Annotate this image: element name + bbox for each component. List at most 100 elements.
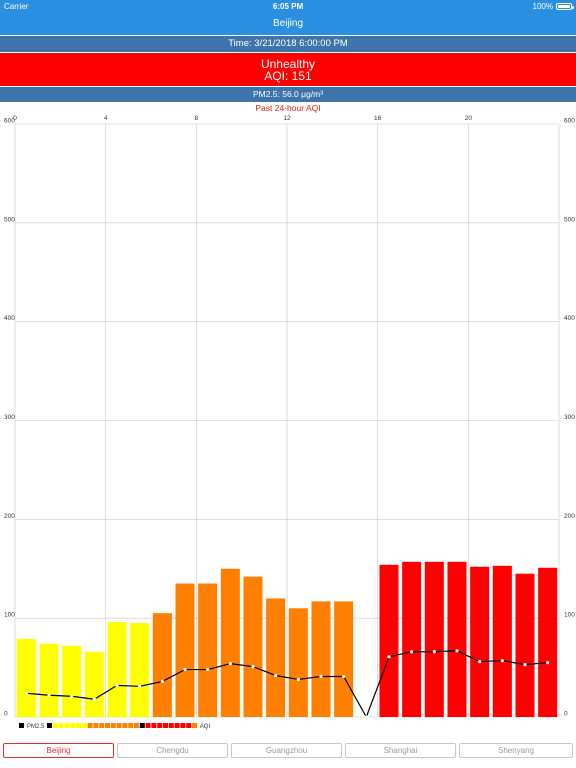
aqi-bar bbox=[424, 561, 444, 717]
pm25-point bbox=[319, 674, 323, 679]
status-time: 6:05 PM bbox=[272, 2, 304, 11]
pm25-point bbox=[455, 649, 459, 653]
pm25-point bbox=[546, 661, 550, 665]
pm25-point bbox=[364, 715, 368, 719]
pm25-point bbox=[47, 693, 51, 697]
aqi-bar bbox=[62, 645, 82, 717]
pm25-point bbox=[70, 694, 74, 698]
tab-label: Chengdu bbox=[156, 746, 189, 755]
tab-shanghai[interactable]: Shanghai bbox=[345, 743, 456, 758]
chart-title: Past 24-hour AQI bbox=[255, 103, 321, 113]
legend-swatch-aqi bbox=[174, 723, 180, 728]
y-tick-label-right: 500 bbox=[564, 216, 575, 223]
legend-swatch-aqi bbox=[47, 723, 52, 728]
pm25-point bbox=[251, 664, 255, 669]
aqi-bar bbox=[220, 568, 240, 717]
y-tick-label-right: 600 bbox=[564, 118, 575, 125]
pm25-point bbox=[500, 659, 504, 663]
y-tick-label-right: 200 bbox=[564, 513, 575, 520]
legend-swatch-aqi bbox=[110, 723, 116, 728]
y-tick-label-right: 100 bbox=[564, 612, 575, 619]
pm25-point bbox=[183, 667, 187, 672]
legend-swatch-aqi bbox=[151, 723, 157, 728]
aqi-bar bbox=[311, 601, 331, 717]
legend-swatch-aqi bbox=[128, 723, 134, 728]
legend-swatch-aqi bbox=[186, 723, 192, 728]
battery-icon bbox=[556, 3, 574, 10]
legend-swatch-aqi bbox=[134, 723, 139, 728]
aqi-bar bbox=[130, 623, 150, 717]
legend-swatch-aqi bbox=[76, 723, 81, 728]
legend-swatch-aqi bbox=[116, 723, 122, 728]
time-bar: Time: 3/21/2018 6:00:00 PM bbox=[0, 36, 576, 52]
tab-beijing[interactable]: Beijing bbox=[3, 743, 114, 758]
legend-swatch-aqi bbox=[157, 723, 163, 728]
nav-bar: Beijing bbox=[0, 13, 576, 35]
aqi-bar bbox=[198, 583, 218, 717]
tab-label: Guangzhou bbox=[265, 746, 308, 755]
aqi-bar bbox=[334, 601, 354, 717]
aqi-bar bbox=[16, 638, 36, 717]
tab-label: Shanghai bbox=[383, 746, 418, 755]
pm25-point bbox=[387, 655, 391, 659]
pm25-point bbox=[206, 667, 210, 672]
aqi-bar bbox=[470, 566, 490, 717]
aqi-bar bbox=[538, 567, 558, 717]
legend-swatch-aqi bbox=[105, 723, 110, 728]
pm25-point bbox=[24, 691, 28, 695]
y-tick-label-left: 500 bbox=[4, 216, 15, 223]
pm25-point bbox=[274, 673, 278, 678]
y-tick-label-right: 0 bbox=[564, 711, 568, 718]
tab-guangzhou[interactable]: Guangzhou bbox=[231, 743, 342, 758]
pm25-value: PM2.5: 56.0 μg/m³ bbox=[252, 89, 324, 99]
legend-swatch-aqi bbox=[163, 723, 168, 728]
aqi-bar bbox=[447, 561, 467, 717]
y-tick-label-right: 300 bbox=[564, 414, 575, 421]
pm25-point bbox=[92, 697, 96, 701]
time-label: Time: 3/21/2018 6:00:00 PM bbox=[228, 38, 348, 49]
legend-swatch-aqi bbox=[70, 723, 76, 728]
aqi-bar bbox=[152, 613, 172, 717]
tab-chengdu[interactable]: Chengdu bbox=[117, 743, 228, 758]
legend-swatch-aqi bbox=[52, 723, 58, 728]
x-tick-label: 16 bbox=[374, 115, 382, 122]
aqi-value: AQI: 151 bbox=[264, 69, 312, 83]
aqi-level-banner: Unhealthy AQI: 151 bbox=[0, 53, 576, 86]
tab-label: Shenyang bbox=[497, 746, 535, 755]
tab-label: Beijing bbox=[46, 746, 71, 755]
pm25-point bbox=[115, 683, 119, 687]
battery-percent: 100% bbox=[532, 2, 553, 11]
pm25-point bbox=[296, 677, 300, 682]
pm25-bar: PM2.5: 56.0 μg/m³ bbox=[0, 87, 576, 102]
tab-shenyang[interactable]: Shenyang bbox=[459, 743, 573, 758]
pm25-point bbox=[478, 660, 482, 664]
legend-swatch-aqi bbox=[87, 723, 93, 728]
aqi-bar bbox=[492, 565, 512, 717]
page-title: Beijing bbox=[272, 18, 304, 29]
aqi-bar bbox=[379, 564, 399, 717]
legend-swatch-aqi bbox=[145, 723, 151, 728]
y-tick-label-left: 200 bbox=[4, 513, 15, 520]
legend-swatch-aqi bbox=[168, 723, 174, 728]
legend-swatch-aqi bbox=[192, 723, 197, 728]
battery-indicator: 100% bbox=[532, 0, 574, 13]
aqi-bar bbox=[243, 576, 263, 717]
legend-swatch-aqi bbox=[99, 723, 105, 728]
aqi-bar bbox=[175, 583, 195, 717]
aqi-bar bbox=[39, 643, 59, 717]
aqi-bar bbox=[107, 622, 127, 717]
pm25-point bbox=[138, 684, 142, 688]
aqi-bar bbox=[402, 561, 422, 717]
pm25-point bbox=[432, 650, 436, 654]
pm25-point bbox=[523, 663, 527, 667]
x-tick-label: 12 bbox=[283, 115, 291, 122]
pm25-point bbox=[228, 662, 232, 666]
pm25-point bbox=[410, 650, 414, 654]
y-tick-label-left: 300 bbox=[4, 414, 15, 421]
legend-swatch-pm25 bbox=[19, 723, 24, 728]
city-tab-bar: Beijing Chengdu Guangzhou Shanghai Sheny… bbox=[0, 741, 576, 768]
x-tick-label: 4 bbox=[104, 115, 108, 122]
x-tick-label: 8 bbox=[195, 115, 199, 122]
legend-swatch-aqi bbox=[58, 723, 64, 728]
legend-label-pm25: PM2.5 bbox=[27, 724, 45, 730]
